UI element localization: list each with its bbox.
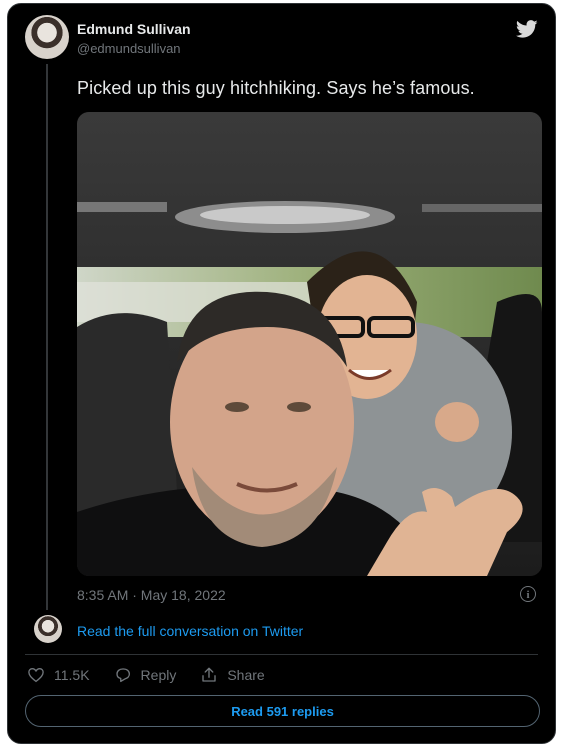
author-avatar[interactable] bbox=[25, 15, 69, 59]
reply-label: Reply bbox=[140, 667, 177, 683]
read-replies-button[interactable]: Read 591 replies bbox=[25, 695, 540, 727]
like-button[interactable]: 11.5K bbox=[27, 666, 90, 684]
share-label: Share bbox=[227, 667, 265, 683]
tweet-timestamp[interactable]: 8:35 AM · May 18, 2022 bbox=[77, 587, 226, 603]
read-conversation-link[interactable]: Read the full conversation on Twitter bbox=[77, 623, 303, 639]
reply-icon bbox=[115, 668, 130, 683]
thread-line bbox=[46, 64, 48, 610]
heart-icon bbox=[28, 668, 44, 683]
divider bbox=[25, 654, 538, 655]
twitter-bird-icon[interactable] bbox=[515, 18, 539, 40]
like-count: 11.5K bbox=[54, 667, 90, 683]
tweet-text: Picked up this guy hitchhiking. Says he’… bbox=[77, 78, 475, 98]
share-icon bbox=[202, 667, 217, 682]
info-icon[interactable]: i bbox=[520, 586, 536, 602]
reply-avatar bbox=[34, 615, 62, 643]
share-button[interactable]: Share bbox=[200, 666, 265, 684]
author-handle[interactable]: @edmundsullivan bbox=[77, 41, 181, 56]
car-selfie-image bbox=[77, 112, 542, 576]
tweet-photo[interactable] bbox=[77, 112, 542, 576]
author-name[interactable]: Edmund Sullivan bbox=[77, 21, 191, 37]
tweet-actions: 11.5K Reply Share bbox=[27, 666, 265, 684]
reply-button[interactable]: Reply bbox=[114, 666, 177, 684]
embedded-tweet-card: Edmund Sullivan @edmundsullivan Picked u… bbox=[7, 3, 556, 744]
